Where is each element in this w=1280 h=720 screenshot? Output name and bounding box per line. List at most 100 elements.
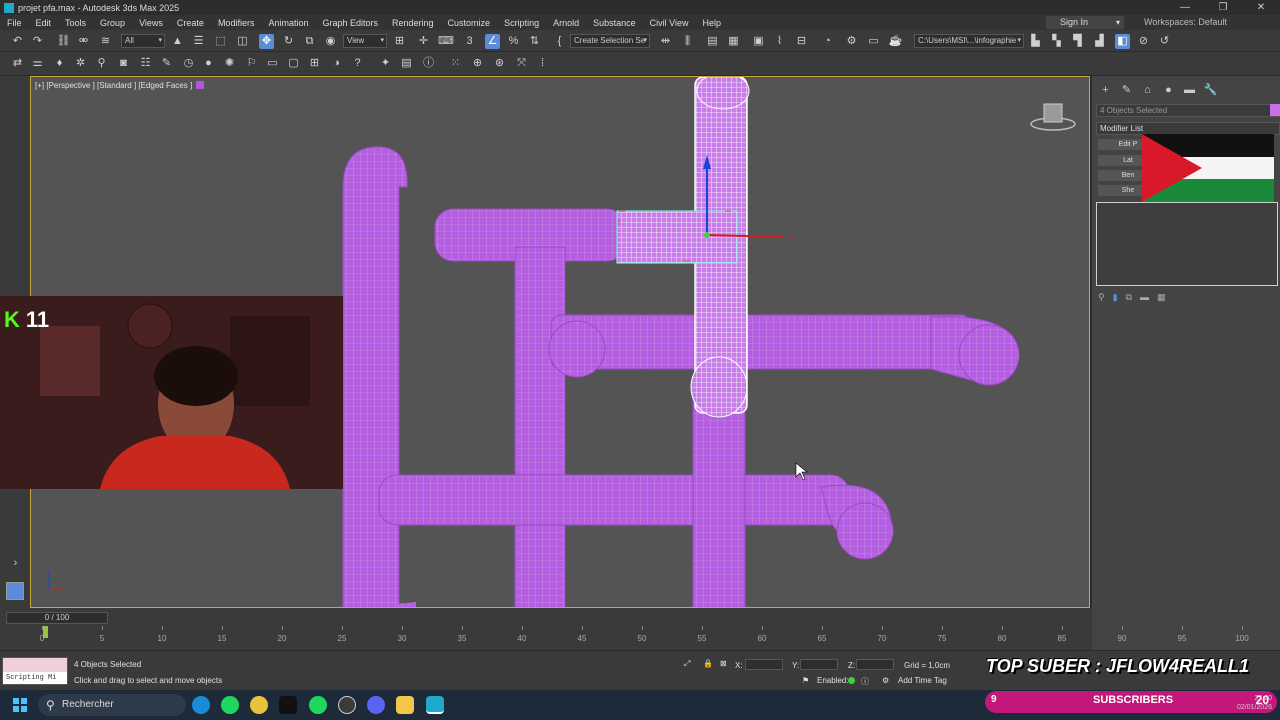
enabled-indicator[interactable]	[848, 677, 855, 684]
target-icon[interactable]: ⊛	[492, 56, 507, 71]
link-icon[interactable]: ⛓	[56, 34, 71, 49]
absolute-mode-icon[interactable]: ⊠	[720, 659, 727, 668]
keyboard-shortcut-override-icon[interactable]: ⌨	[438, 34, 454, 49]
visibility-icon[interactable]: ◑	[329, 56, 344, 71]
workspace-selector[interactable]: Workspaces: Default	[1144, 16, 1227, 29]
y-coordinate-field[interactable]	[800, 659, 838, 670]
bulb-icon[interactable]: ⚐	[244, 56, 259, 71]
render-icon[interactable]: ◙	[116, 56, 131, 71]
snap-points-icon[interactable]: ⇄	[10, 56, 25, 71]
menu-views[interactable]: Views	[132, 18, 170, 28]
sphere-icon[interactable]: ●	[201, 56, 216, 71]
menu-modifiers[interactable]: Modifiers	[211, 18, 262, 28]
tag-icon[interactable]: ⚙	[882, 676, 889, 685]
bind-space-warp-icon[interactable]: ≋	[98, 34, 113, 49]
play-arrow-icon[interactable]: ›	[8, 556, 23, 571]
help-globe-icon[interactable]: ⊘	[1136, 34, 1151, 49]
toggle-ribbon-icon[interactable]: ▣	[751, 34, 766, 49]
rendered-frame-window-icon[interactable]: ▭	[866, 34, 881, 49]
mirror-icon[interactable]: ⇹	[658, 34, 673, 49]
time-tag-icon[interactable]: ⚑	[802, 676, 809, 685]
menu-animation[interactable]: Animation	[261, 18, 315, 28]
edge-icon[interactable]	[192, 696, 210, 714]
menu-create[interactable]: Create	[170, 18, 211, 28]
help-icon[interactable]: ?	[350, 56, 365, 71]
spinner-snap-icon[interactable]: ⇅	[527, 34, 542, 49]
pin-stack-icon[interactable]: ⚲	[1098, 292, 1105, 306]
edit-icon[interactable]: ✎	[159, 56, 174, 71]
spotify-alt-icon[interactable]	[309, 696, 327, 714]
crosshair-icon[interactable]: ⊕	[470, 56, 485, 71]
viewport-layout-icon[interactable]: ◧	[1115, 34, 1130, 49]
spotify-icon[interactable]	[221, 696, 239, 714]
table-icon[interactable]: ▤	[399, 56, 414, 71]
select-and-scale-icon[interactable]: ⧉	[302, 34, 317, 49]
track-bar[interactable]: 0 5 10 15 20 25 30 35 40 45 50 55 60 65 70 75 80 85 90 95 10…	[8, 626, 1249, 646]
modifier-stack[interactable]	[1096, 202, 1278, 286]
modify-tab-icon[interactable]: ✎	[1119, 83, 1134, 98]
open-file-icon[interactable]: ▙	[1028, 34, 1043, 49]
info-icon[interactable]: ⓘ	[421, 56, 436, 71]
menu-civil-view[interactable]: Civil View	[643, 18, 696, 28]
schematic-view-icon[interactable]: ⊟	[794, 34, 809, 49]
align-icon[interactable]: ⫼	[680, 34, 695, 49]
layer-explorer-icon[interactable]: ▦	[726, 34, 741, 49]
chrome-icon[interactable]	[250, 696, 268, 714]
undo-icon[interactable]: ↶	[10, 34, 25, 49]
bone-tools-icon[interactable]: ⚌	[30, 56, 45, 71]
environment-icon[interactable]: ✺	[222, 56, 237, 71]
hierarchy-tab-icon[interactable]: ⌂	[1140, 83, 1155, 98]
particle-icon[interactable]: ✲	[73, 56, 88, 71]
maximize-button[interactable]: ❐	[1204, 0, 1242, 15]
menu-scripting[interactable]: Scripting	[497, 18, 546, 28]
select-by-name-icon[interactable]: ☰	[191, 34, 206, 49]
selection-filter-dropdown[interactable]: All	[121, 34, 165, 48]
material-editor-icon[interactable]: ◔	[820, 34, 835, 49]
viewcube-icon[interactable]	[1030, 100, 1076, 136]
redo-icon[interactable]: ↷	[30, 34, 45, 49]
menu-group[interactable]: Group	[93, 18, 132, 28]
angle-snap-icon[interactable]: ∠	[485, 34, 500, 49]
window-crossing-icon[interactable]: ◫	[235, 34, 250, 49]
isolate-icon[interactable]: ⤢	[684, 659, 690, 669]
utilities-tab-icon[interactable]: 🔧	[1203, 83, 1218, 98]
tiktok-icon[interactable]	[279, 696, 297, 714]
sign-in-dropdown[interactable]: Sign In	[1046, 16, 1124, 29]
import-icon[interactable]: ▜	[1070, 34, 1085, 49]
select-and-rotate-icon[interactable]: ↻	[281, 34, 296, 49]
menu-tools[interactable]: Tools	[58, 18, 93, 28]
maxscript-mini-listener[interactable]: Scripting Mi	[2, 657, 68, 685]
menu-arnold[interactable]: Arnold	[546, 18, 586, 28]
motion-tab-icon[interactable]: ●	[1161, 83, 1176, 98]
list-icon[interactable]: ☷	[138, 56, 153, 71]
save-file-icon[interactable]: ▚	[1049, 34, 1064, 49]
box-icon[interactable]: ▭	[265, 56, 280, 71]
scene-explorer-icon[interactable]: ▤	[705, 34, 720, 49]
menu-customize[interactable]: Customize	[441, 18, 498, 28]
taskbar-search[interactable]: Rechercher	[38, 694, 186, 716]
snap-grid-icon[interactable]: ⁙	[448, 56, 463, 71]
menu-help[interactable]: Help	[695, 18, 728, 28]
info-circle-icon[interactable]: ⓘ	[861, 676, 869, 687]
sync-icon[interactable]: ↺	[1157, 34, 1172, 49]
menu-file[interactable]: File	[0, 18, 29, 28]
place-icon[interactable]: ◉	[323, 34, 338, 49]
project-path-dropdown[interactable]: C:\Users\MSI\...\infographie	[914, 34, 1024, 48]
grid-icon[interactable]: ⊞	[307, 56, 322, 71]
light-icon[interactable]: ♦	[52, 56, 67, 71]
lock-selection-icon[interactable]: 🔒	[703, 659, 713, 668]
x-coordinate-field[interactable]	[745, 659, 783, 670]
configure-modifier-icon[interactable]: ▦	[1157, 292, 1166, 306]
listener-input[interactable]: Scripting Mi	[3, 672, 67, 684]
3dsmax-taskbar-icon[interactable]	[426, 696, 444, 714]
display-tab-icon[interactable]: ▬	[1182, 83, 1197, 98]
tree-icon[interactable]: ⚲	[94, 56, 109, 71]
file-explorer-icon[interactable]	[396, 696, 414, 714]
close-button[interactable]: ✕	[1242, 0, 1280, 15]
frame-icon[interactable]: ▢	[286, 56, 301, 71]
unlink-icon[interactable]: ⚮	[76, 34, 91, 49]
snaps-toggle-icon[interactable]: 3	[462, 34, 477, 49]
menu-graph-editors[interactable]: Graph Editors	[315, 18, 385, 28]
remove-modifier-icon[interactable]: ▬	[1140, 292, 1149, 306]
render-production-icon[interactable]: ☕	[888, 34, 903, 49]
